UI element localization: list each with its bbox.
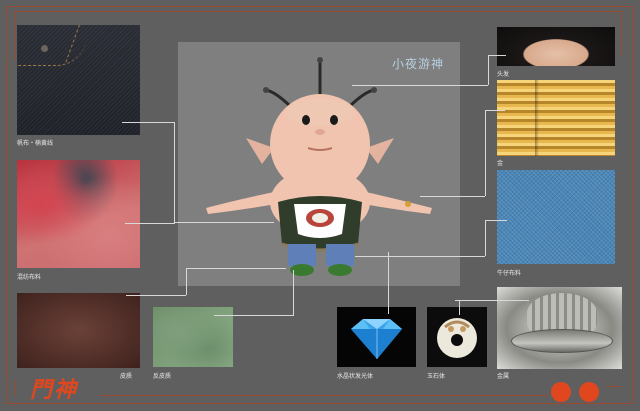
material-swatch-denim (497, 170, 615, 264)
leader-line (355, 256, 485, 257)
leader-line (488, 55, 506, 56)
material-swatch-canvas (17, 25, 140, 135)
leader-line (388, 252, 389, 314)
leader-line (455, 300, 493, 301)
material-label-suede: 反皮质 (153, 373, 172, 380)
diamond-icon (351, 319, 402, 359)
leader-line (485, 110, 486, 196)
material-swatch-gold (497, 80, 615, 156)
material-label-denim: 牛仔布料 (497, 270, 522, 277)
material-swatch-suede (153, 307, 233, 367)
leader-line (126, 295, 186, 296)
material-label-gold: 金 (497, 160, 504, 167)
leader-line (186, 268, 286, 269)
frame-line-bottom-right (606, 386, 621, 387)
leader-line (174, 222, 274, 223)
frame-line-left (14, 11, 15, 61)
leader-line (420, 196, 485, 197)
leader-line (352, 85, 488, 86)
material-swatch-crystal (337, 307, 416, 367)
material-label-crystal: 水晶状发光体 (337, 373, 374, 380)
decorative-dot (551, 382, 571, 402)
leader-line (485, 220, 507, 221)
material-label-hair: 头发 (497, 71, 510, 78)
leader-line (214, 315, 294, 316)
frame-line-top (14, 11, 621, 12)
leader-line (488, 55, 489, 85)
decorative-dot (579, 382, 599, 402)
leader-line (125, 223, 175, 224)
frame-line-right (621, 11, 622, 56)
leader-line (459, 300, 460, 315)
character-illustration (206, 57, 432, 276)
leader-line (293, 270, 294, 315)
leader-line (485, 220, 486, 256)
frame-line-bottom-left (14, 380, 15, 396)
material-swatch-jade (427, 307, 487, 367)
material-label-blended-fabric: 混纺布料 (17, 274, 42, 281)
material-label-metal: 金属 (497, 373, 510, 380)
leader-line (174, 122, 175, 222)
frame-line-bottom (100, 395, 548, 396)
material-label-jade: 玉石体 (427, 373, 446, 380)
material-swatch-hair (497, 27, 615, 66)
leader-line (122, 122, 174, 123)
material-label-leather: 皮质 (120, 373, 133, 380)
material-swatch-leather (17, 293, 140, 368)
leader-line (485, 110, 505, 111)
material-label-canvas: 帆布・楠黄线 (17, 140, 54, 147)
jade-pendant-icon (437, 318, 477, 358)
material-swatch-blended-fabric (17, 160, 140, 268)
logo: 門神 (30, 377, 79, 403)
leader-line (186, 268, 187, 295)
